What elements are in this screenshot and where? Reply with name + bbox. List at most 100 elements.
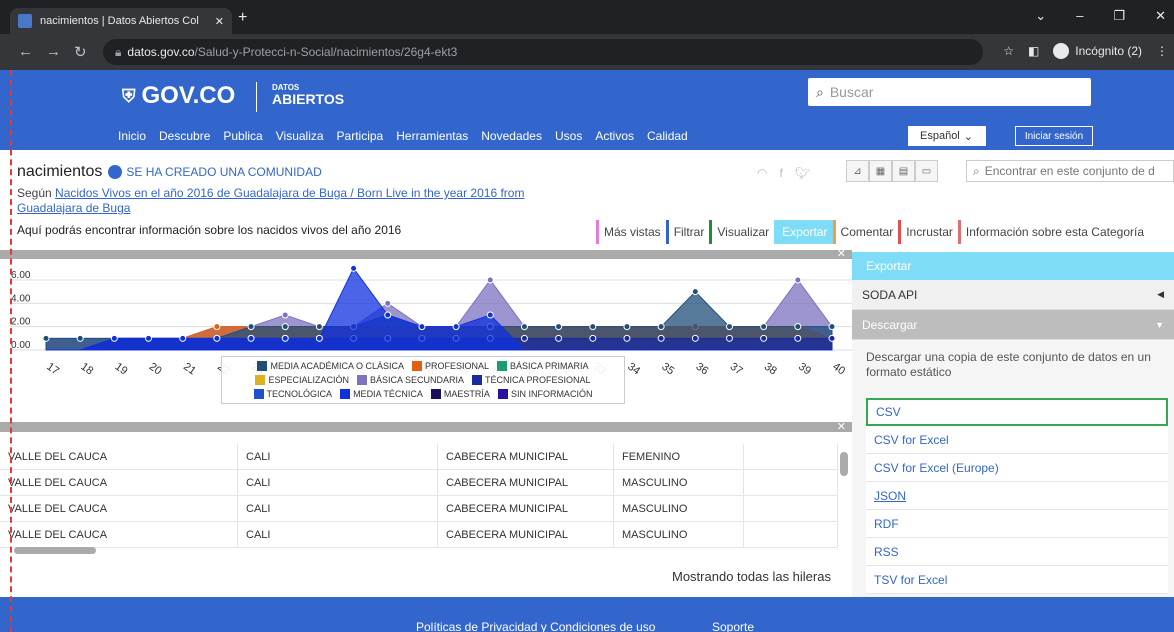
format-csv-excel[interactable]: CSV for Excel [866,426,1168,454]
table-cell[interactable] [744,470,838,495]
chevron-down-icon[interactable]: ⌄ [1035,8,1046,24]
menu-kebab-icon[interactable]: ⋮ [1156,44,1168,58]
legend-item[interactable]: TECNOLÓGICA [253,387,332,401]
table-cell[interactable]: MASCULINO [614,496,744,521]
table-cell[interactable]: CALI [238,470,438,495]
legend-item[interactable]: MAESTRÍA [430,387,490,401]
legend-item[interactable]: MEDIA TÉCNICA [340,387,423,401]
table-cell[interactable]: CALI [238,444,438,469]
table-cell[interactable]: CALI [238,496,438,521]
side-panel-icon[interactable]: ◧ [1028,44,1039,58]
table-cell[interactable] [744,522,838,547]
nav-herramientas[interactable]: Herramientas [396,129,468,143]
support-link[interactable]: Soporte [712,620,754,632]
horizontal-scrollbar[interactable] [14,547,96,554]
table-row[interactable]: VALLE DEL CAUCA CALI CABECERA MUNICIPAL … [0,470,838,496]
bookmark-star-icon[interactable]: ☆ [1003,44,1014,58]
descargar-section[interactable]: Descargar ▼ [852,310,1174,340]
back-icon[interactable]: ← [18,43,33,60]
legend-item[interactable]: PROFESIONAL [412,359,489,373]
grid-view-icon[interactable]: ▦ [869,160,892,182]
page-view-icon[interactable]: ▤ [892,160,915,182]
new-tab-button[interactable]: + [238,9,247,27]
close-window-icon[interactable]: ✕ [1155,8,1166,24]
minimize-icon[interactable]: – [1076,8,1083,24]
nav-participa[interactable]: Participa [337,129,384,143]
format-rdf[interactable]: RDF [866,510,1168,538]
legend-item[interactable]: TÉCNICA PROFESIONAL [472,373,591,387]
tab-exportar[interactable]: Exportar [774,220,833,244]
nav-inicio[interactable]: Inicio [118,129,146,143]
tab-incrustar[interactable]: Incrustar [898,220,958,244]
table-cell[interactable]: CABECERA MUNICIPAL [438,522,614,547]
table-cell[interactable]: VALLE DEL CAUCA [0,470,238,495]
table-cell[interactable]: CABECERA MUNICIPAL [438,496,614,521]
table-cell[interactable]: VALLE DEL CAUCA [0,444,238,469]
data-point [657,334,665,342]
reload-icon[interactable]: ↻ [74,43,87,61]
incognito-profile-button[interactable]: Incógnito (2) [1053,43,1142,59]
format-tsv-excel[interactable]: TSV for Excel [866,566,1168,594]
table-cell[interactable]: MASCULINO [614,470,744,495]
legend-item[interactable]: SIN INFORMACIÓN [497,387,592,401]
table-cell[interactable] [744,496,838,521]
site-search-input[interactable]: ⌕ Buscar [808,78,1091,106]
x-tick-label: 35 [659,361,676,378]
table-cell[interactable]: CABECERA MUNICIPAL [438,470,614,495]
table-row[interactable]: VALLE DEL CAUCA CALI CABECERA MUNICIPAL … [0,496,838,522]
chart-view-icon[interactable]: ⊿ [846,160,869,182]
login-button[interactable]: Iniciar sesión [1015,126,1093,146]
tab-informacion[interactable]: Información sobre esta Categoría [957,220,1149,244]
nav-publica[interactable]: Publica [223,129,262,143]
legend-item[interactable]: MEDIA ACADÉMICA O CLÁSICA [257,359,404,373]
community-badge[interactable]: SE HA CREADO UNA COMUNIDAD [108,165,322,179]
forward-icon[interactable]: → [46,43,61,60]
legend-item[interactable]: BÁSICA SECUNDARIA [356,373,464,387]
table-row[interactable]: VALLE DEL CAUCA CALI CABECERA MUNICIPAL … [0,522,838,548]
url-bar[interactable]: 🔒︎ datos.gov.co /Salud-y-Protecci-n-Soci… [103,39,983,65]
privacy-link[interactable]: Políticas de Privacidad y Condiciones de… [416,620,655,632]
tab-mas-vistas[interactable]: Más vistas [596,220,666,244]
tab-comentar[interactable]: Comentar [832,220,899,244]
tab-filtrar[interactable]: Filtrar [665,220,710,244]
legend-swatch [356,375,367,385]
table-cell[interactable]: VALLE DEL CAUCA [0,496,238,521]
gov-co-logo[interactable]: ⛨ GOV.CO [122,82,235,110]
page-title: nacimientos [17,163,103,180]
card-view-icon[interactable]: ▭ [915,160,938,182]
dataset-search-input[interactable]: ⌕ Encontrar en este conjunto de d [966,160,1174,182]
format-rss[interactable]: RSS [866,538,1168,566]
nav-descubre[interactable]: Descubre [159,129,210,143]
close-icon[interactable]: ✕ [215,15,224,28]
nav-visualiza[interactable]: Visualiza [276,129,324,143]
browser-tab[interactable]: nacimientos | Datos Abiertos Col ✕ [10,8,232,34]
format-csv-excel-europe[interactable]: CSV for Excel (Europe) [866,454,1168,482]
rss-icon[interactable]: ◠ [757,166,767,180]
table-cell[interactable]: MASCULINO [614,522,744,547]
restore-icon[interactable]: ❐ [1113,8,1125,24]
datos-abiertos-logo[interactable]: DATOS ABIERTOS [272,84,344,107]
tab-visualizar[interactable]: Visualizar [709,220,774,244]
table-cell[interactable]: CABECERA MUNICIPAL [438,444,614,469]
data-point [350,264,358,272]
facebook-icon[interactable]: f [779,166,782,180]
nav-activos[interactable]: Activos [595,129,634,143]
nav-novedades[interactable]: Novedades [481,129,542,143]
table-cell[interactable]: CALI [238,522,438,547]
table-cell[interactable]: VALLE DEL CAUCA [0,522,238,547]
table-cell[interactable] [744,444,838,469]
vertical-scrollbar[interactable] [840,452,848,476]
language-select[interactable]: Español ⌄ [908,126,986,146]
table-cell[interactable]: FEMENINO [614,444,744,469]
format-csv[interactable]: CSV [866,398,1168,426]
table-row[interactable]: VALLE DEL CAUCA CALI CABECERA MUNICIPAL … [0,444,838,470]
nav-usos[interactable]: Usos [555,129,582,143]
nav-calidad[interactable]: Calidad [647,129,688,143]
legend-item[interactable]: BÁSICA PRIMARIA [497,359,589,373]
source-link[interactable]: Nacidos Vivos en el año 2016 de Guadalaj… [17,186,524,215]
format-json[interactable]: JSON [866,482,1168,510]
soda-api-section[interactable]: SODA API ◀ [852,280,1174,310]
legend-item[interactable]: ESPECIALIZACIÓN [255,373,349,387]
legend-label: MEDIA TÉCNICA [353,389,423,399]
twitter-icon[interactable]: 🐦︎ [795,166,810,180]
